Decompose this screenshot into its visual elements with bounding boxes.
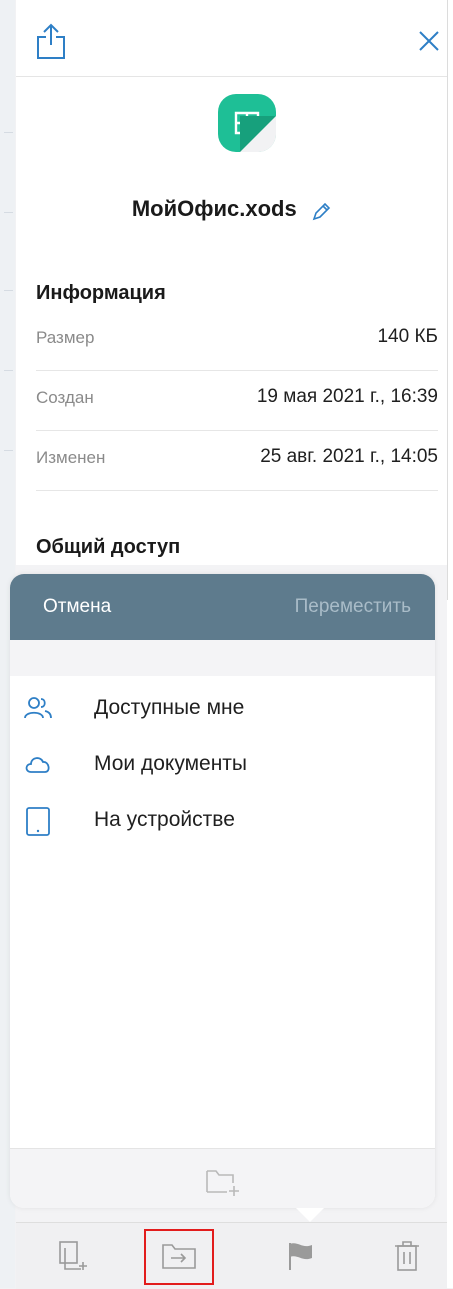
divider [4, 290, 13, 291]
tablet-icon [26, 807, 50, 836]
picker-spacer [10, 640, 435, 676]
info-section-title: Информация [36, 282, 166, 304]
trash-icon [395, 1241, 419, 1271]
info-row-modified: Изменен 25 авг. 2021 г., 14:05 [36, 430, 438, 491]
info-row-created: Создан 19 мая 2021 г., 16:39 [36, 370, 438, 431]
flag-icon [289, 1243, 312, 1270]
info-value: 25 авг. 2021 г., 14:05 [260, 446, 438, 467]
location-on-device[interactable]: На устройстве [10, 792, 435, 848]
cloud-icon [25, 757, 50, 773]
file-name: МойОфис.xods [131, 196, 297, 221]
sheet-header [16, 0, 447, 77]
info-label: Изменен [36, 448, 106, 467]
filename-row: МойОфис.xods [16, 196, 447, 222]
move-button[interactable]: Переместить [295, 596, 411, 618]
copy-icon [59, 1241, 87, 1270]
shared-users-icon [24, 697, 52, 719]
rename-pencil-icon[interactable] [311, 202, 331, 222]
location-my-documents[interactable]: Мои документы [10, 736, 435, 792]
info-value: 19 мая 2021 г., 16:39 [256, 386, 438, 407]
delete-button[interactable] [372, 1223, 442, 1289]
location-shared-with-me[interactable]: Доступные мне [10, 680, 435, 736]
picker-header: Отмена Переместить [10, 574, 435, 640]
cancel-button[interactable]: Отмена [43, 596, 111, 618]
sharing-section-title: Общий доступ [36, 536, 181, 558]
location-label: Мои документы [94, 752, 248, 775]
highlight-frame [144, 1229, 214, 1285]
picker-footer [10, 1148, 435, 1208]
divider [4, 132, 13, 133]
divider [4, 450, 13, 451]
spreadsheet-app-icon [218, 94, 276, 152]
info-value: 140 КБ [377, 326, 438, 347]
info-row-size: Размер 140 КБ [36, 310, 438, 371]
location-label: На устройстве [94, 808, 235, 831]
page-fold [240, 116, 276, 152]
file-info-sheet: МойОфис.xods Информация Размер 140 КБ Со… [16, 0, 448, 600]
copy-button[interactable] [38, 1223, 108, 1289]
info-label: Создан [36, 388, 94, 407]
picker-pointer [296, 1208, 324, 1222]
info-label: Размер [36, 328, 95, 347]
move-location-picker: Отмена Переместить Доступные мне Мои док… [10, 574, 435, 1208]
divider [4, 370, 13, 371]
new-folder-icon[interactable] [205, 1167, 241, 1197]
close-icon[interactable] [418, 30, 440, 52]
share-icon[interactable] [36, 22, 66, 60]
divider [4, 212, 13, 213]
flag-button[interactable] [266, 1223, 336, 1289]
location-label: Доступные мне [94, 696, 245, 719]
bottom-toolbar [16, 1222, 447, 1289]
